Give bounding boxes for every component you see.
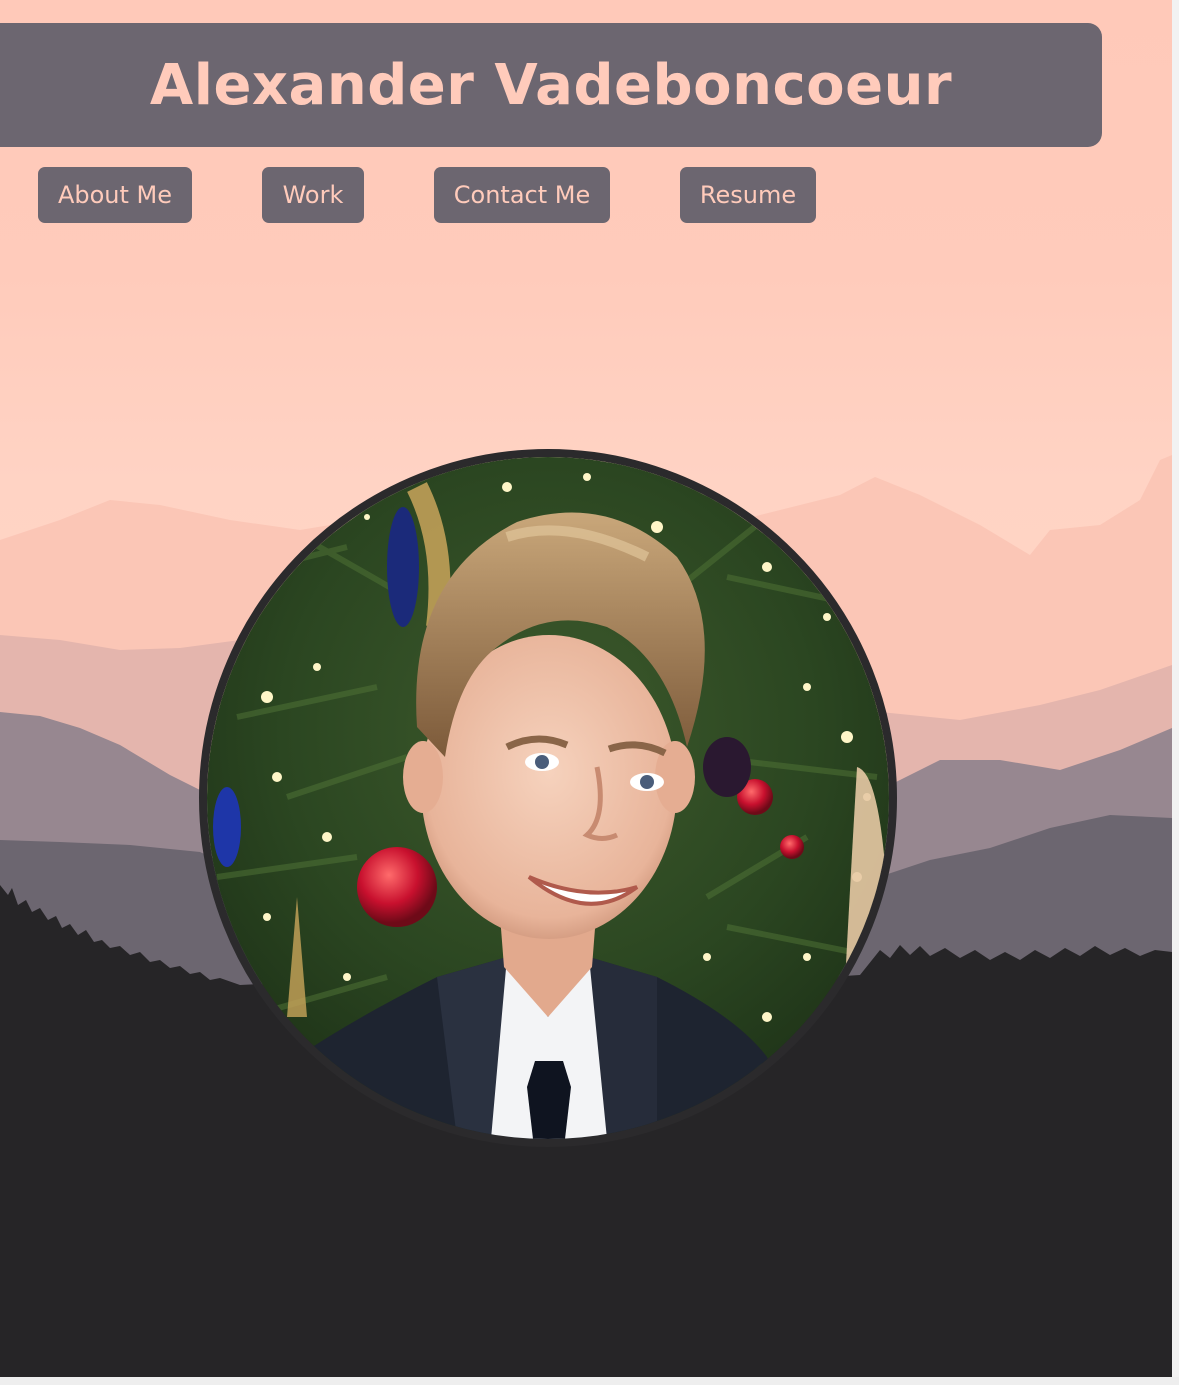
site-title: Alexander Vadeboncoeur — [149, 52, 953, 118]
nav-contact-me-button[interactable]: Contact Me — [434, 167, 610, 223]
site-header: Alexander Vadeboncoeur — [0, 23, 1102, 147]
profile-photo — [199, 449, 897, 1147]
window-bottom-edge — [0, 1377, 1179, 1385]
nav-resume-button[interactable]: Resume — [680, 167, 816, 223]
window-right-edge — [1172, 0, 1179, 1385]
page: Alexander Vadeboncoeur About Me Work Con… — [0, 0, 1172, 1377]
nav-about-me-button[interactable]: About Me — [38, 167, 192, 223]
profile-photo-illustration — [207, 457, 889, 1139]
nav-work-button[interactable]: Work — [262, 167, 364, 223]
